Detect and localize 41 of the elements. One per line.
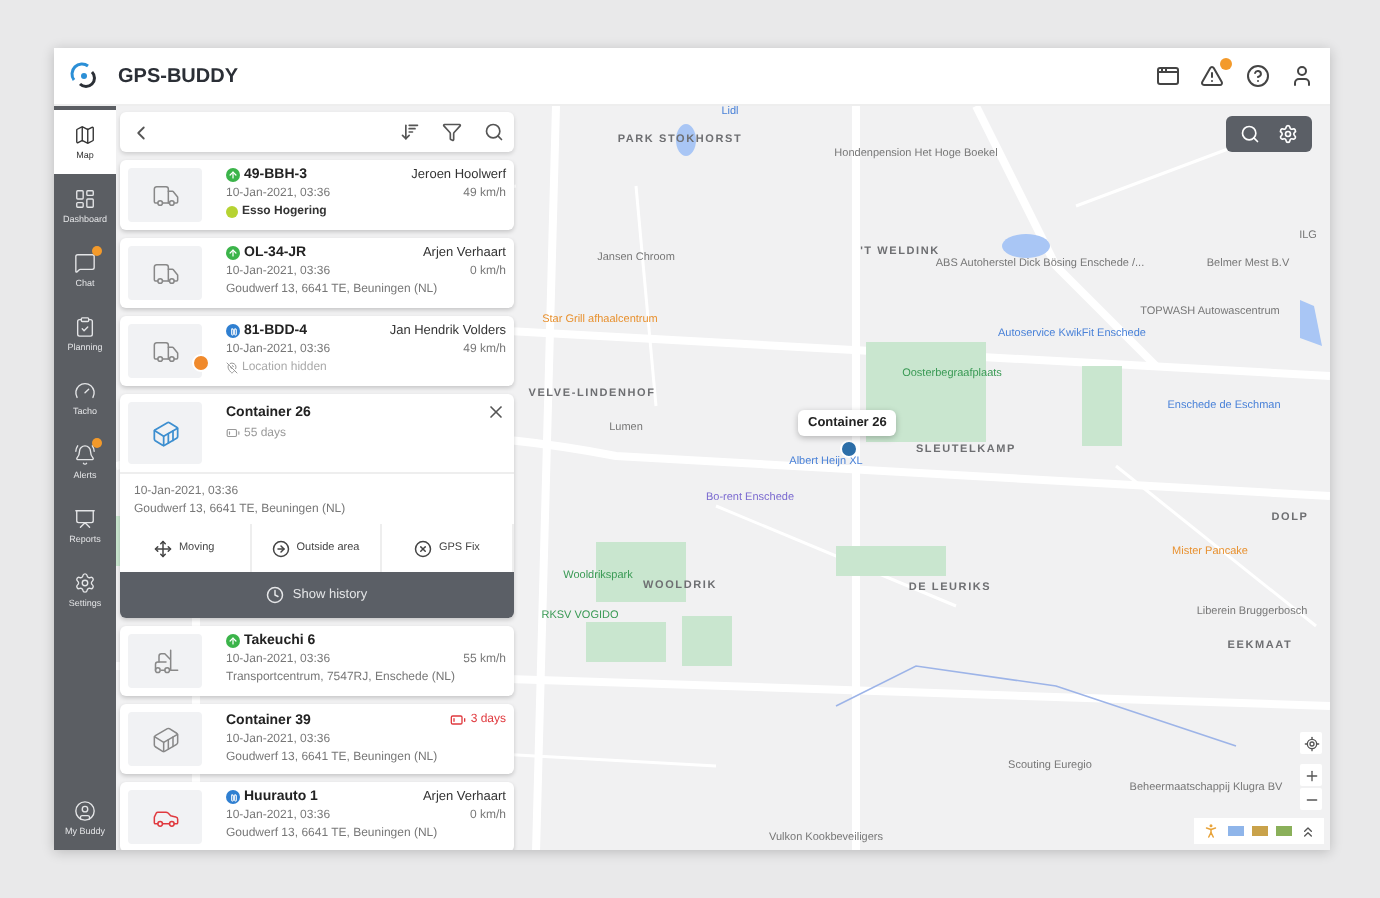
clipboard-icon xyxy=(74,316,96,338)
truck-icon xyxy=(151,259,179,287)
forklift-icon xyxy=(151,647,179,675)
dashboard-icon xyxy=(74,188,96,210)
chat-icon xyxy=(74,252,96,274)
truck-icon xyxy=(151,181,179,209)
truck-icon xyxy=(151,337,179,365)
settings-button[interactable] xyxy=(1278,124,1298,144)
move-icon xyxy=(154,539,173,557)
search-icon xyxy=(1240,124,1260,144)
settings-icon xyxy=(74,572,96,594)
presentation-icon xyxy=(74,508,96,530)
gauge-icon xyxy=(74,380,96,402)
container-icon xyxy=(151,419,179,447)
zoom-in-button[interactable] xyxy=(1300,764,1322,786)
x-circle-icon xyxy=(414,539,433,557)
plus-icon xyxy=(1303,767,1319,783)
search-icon[interactable] xyxy=(484,122,504,142)
locate-button[interactable] xyxy=(1300,732,1322,754)
close-button[interactable] xyxy=(486,402,506,422)
user-icon[interactable] xyxy=(1290,64,1314,88)
container-icon xyxy=(151,725,179,753)
map-icon xyxy=(74,124,96,146)
window-icon[interactable] xyxy=(1156,64,1180,88)
bell-icon xyxy=(74,444,96,466)
user-circle-icon xyxy=(74,800,96,822)
clock-icon xyxy=(266,586,285,604)
zoom-out-button[interactable] xyxy=(1300,788,1322,810)
battery-icon xyxy=(226,426,240,440)
warning-icon[interactable] xyxy=(1200,63,1224,87)
settings-icon xyxy=(1278,124,1298,144)
help-icon[interactable] xyxy=(1246,64,1270,88)
expand-icon[interactable] xyxy=(1300,823,1316,839)
search-button[interactable] xyxy=(1240,124,1260,144)
filter-icon[interactable] xyxy=(442,122,462,142)
logo-icon xyxy=(70,62,98,90)
sort-icon[interactable] xyxy=(400,122,420,142)
locate-icon xyxy=(1303,735,1319,751)
close-icon xyxy=(486,402,506,422)
app-logo-text: GPS-BUDDY xyxy=(118,65,239,87)
arrow-circle-icon xyxy=(272,539,291,557)
